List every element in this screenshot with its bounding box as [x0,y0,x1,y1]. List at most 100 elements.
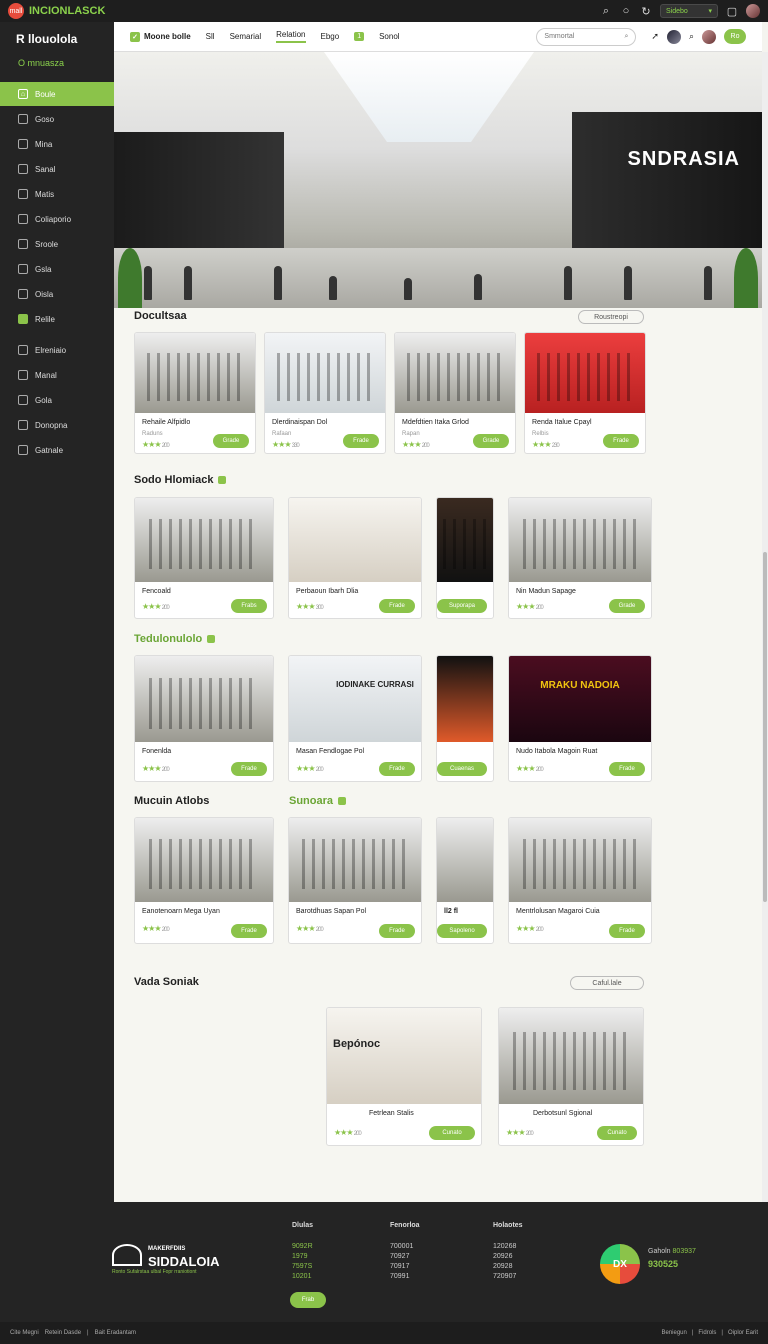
card-image [395,333,515,413]
sidebar-item-6[interactable]: Coliaporio [0,207,114,231]
sidebar-item-8[interactable]: Gsla [0,257,114,281]
search-icon[interactable]: ⌕ [689,31,694,42]
search-icon[interactable]: ⌕ [600,5,612,17]
card-button[interactable]: Frade [609,924,645,938]
view-all-button[interactable]: Caful.lale [570,976,644,990]
app-logo[interactable]: mall [8,3,24,19]
store-card[interactable]: Fonenlda ★★★ 200 Frade [134,655,274,782]
store-card[interactable]: Renda Italue Cpayl Relbis ★★★ 230 Frade [524,332,646,454]
store-card[interactable]: Suporapa [436,497,494,619]
sidebar-item-5[interactable]: Matis [0,182,114,206]
card-button[interactable]: Frade [609,762,645,776]
tab-5[interactable]: Sonol [379,32,399,41]
user-avatar[interactable] [666,29,681,44]
view-all-button[interactable]: Roustreopi [578,310,644,324]
card-button[interactable]: Sapoleno [437,924,487,938]
sidebar-item-2[interactable]: Goso [0,107,114,131]
footer-link[interactable]: Retein Dasde [45,1330,81,1336]
rating-stars: ★★★ 200 [142,924,170,933]
card-title: Nudo Itabola Magoin Ruat [516,748,598,755]
card-button[interactable]: Grade [213,434,249,448]
send-icon[interactable]: ➚ [651,31,659,42]
store-card[interactable]: Nin Madun Sapage ★★★ 200 Grade [508,497,652,619]
footer-link[interactable]: Oiplor Earit [728,1330,758,1336]
card-button[interactable]: Frade [379,762,415,776]
sidebar-item-12[interactable]: Manal [0,363,114,387]
store-card[interactable]: Perbaoun Ibarh Dlia ★★★ 300 Frade [288,497,422,619]
footer-link[interactable]: Bait Eradantam [95,1330,136,1336]
box-icon [18,314,28,324]
sidebar-item-3[interactable]: Mina [0,132,114,156]
card-button[interactable]: Cunato [597,1126,637,1140]
card-button[interactable]: Grade [609,599,645,613]
sidebar-item-7[interactable]: Sroole [0,232,114,256]
sidebar: R llouolola O mnuasza ⌂ Boule Goso Mina S… [0,22,114,1202]
sidebar-item-15[interactable]: Gatnale [0,438,114,462]
card-button[interactable]: Frade [603,434,639,448]
tab-1[interactable]: Sll [206,32,215,41]
rating-stars: ★★★ 200 [296,924,324,933]
footer-button[interactable]: Frab [290,1292,326,1308]
sidebar-item-10[interactable]: Relile [0,307,114,331]
store-card[interactable]: ll2 fl Sapoleno [436,817,494,944]
card-title: Dlerdinaispan Dol [272,419,328,426]
shield-icon [18,420,28,430]
sidebar-item-11[interactable]: Elreniaio [0,338,114,362]
footer-link[interactable]: Fidrols [698,1330,716,1336]
profile-dropdown[interactable]: Sidebo ▾ [660,4,718,18]
main-content: ✓ Moone bolle Sll Semarial Relation Ebgo … [114,22,762,1202]
store-card[interactable]: Eanotenoarn Mega Uyan ★★★ 200 Frade [134,817,274,944]
card-button[interactable]: Frade [379,599,415,613]
store-card[interactable]: Rehaile Alfpidlo Raduns ★★★ 200 Grade [134,332,256,454]
card-title: Fonenlda [142,748,172,755]
category-icon [18,214,28,224]
tab-3[interactable]: Relation [276,30,306,43]
home-link[interactable]: ✓ Moone bolle [130,31,191,42]
card-button[interactable]: Frabs [231,599,267,613]
circle-icon[interactable]: ○ [620,5,632,17]
footer-link[interactable]: Cite Megni [10,1330,39,1336]
sidebar-item-13[interactable]: Gola [0,388,114,412]
tab-4[interactable]: Ebgo [321,32,340,41]
store-card[interactable]: Cuaenas [436,655,494,782]
rating-stars: ★★★ 200 [142,764,170,773]
card-button[interactable]: Frade [231,762,267,776]
home-icon: ⌂ [18,89,28,99]
store-card[interactable]: MRAKU NADOIA Nudo Itabola Magoin Ruat ★★★ … [508,655,652,782]
user-avatar-2[interactable] [702,29,716,44]
sidebar-item-14[interactable]: Donopna [0,413,114,437]
sidebar-item-4[interactable]: Sanal [0,157,114,181]
store-card[interactable]: Mdefdtien Itaka Grlod Rapan ★★★ 200 Grade [394,332,516,454]
card-button[interactable]: Frade [379,924,415,938]
rating-stars: ★★★ 330 [272,440,300,449]
card-button[interactable]: Frade [231,924,267,938]
search-icon: ⌕ [624,32,629,40]
card-button[interactable]: Grade [473,434,509,448]
refresh-icon[interactable]: ↻ [640,5,652,18]
tab-2[interactable]: Semarial [230,32,262,41]
footer-link[interactable]: Beniegun [661,1330,686,1336]
store-card[interactable]: IODINAKE CURRASI Masan Fendlogae Pol ★★★ 2… [288,655,422,782]
card-button[interactable]: Frade [343,434,379,448]
section-title: Mucuin Atlobs [134,795,210,807]
scrollbar-thumb[interactable] [763,552,767,902]
sidebar-item-9[interactable]: Oisla [0,282,114,306]
card-button[interactable]: Suporapa [437,599,487,613]
user-avatar[interactable] [746,4,760,18]
sidebar-item-home[interactable]: ⌂ Boule [0,82,114,106]
scrollbar[interactable] [762,52,768,1202]
card-title: Derbotsunl Sgional [533,1110,593,1117]
store-card[interactable]: Bepónoc Fetrlean Stalis ★★★ 200 Cunato [326,1007,482,1146]
store-card[interactable]: Mentrlolusan Magaroi Cuia ★★★ 200 Frade [508,817,652,944]
store-card[interactable]: Dlerdinaispan Dol Rafaan ★★★ 330 Frade [264,332,386,454]
card-button[interactable]: Cunato [429,1126,475,1140]
store-card[interactable]: Derbotsunl Sgional ★★★ 200 Cunato [498,1007,644,1146]
search-input[interactable]: Smmortal ⌕ [536,27,637,46]
store-card[interactable]: Fencoald ★★★ 200 Frabs [134,497,274,619]
window-icon[interactable]: ▢ [726,5,738,18]
card-image-text: IODINAKE CURRASI [336,680,414,689]
action-chip[interactable]: Ro [724,29,746,44]
card-image-text: MRAKU NADOIA [540,680,620,691]
store-card[interactable]: Barotdhuas Sapan Pol ★★★ 200 Frade [288,817,422,944]
card-button[interactable]: Cuaenas [437,762,487,776]
